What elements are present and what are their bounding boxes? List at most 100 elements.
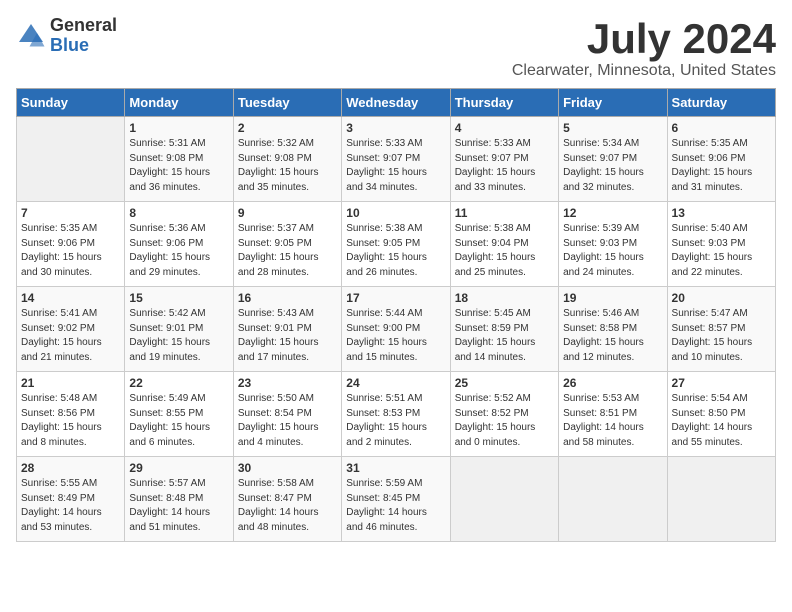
day-info: Sunrise: 5:38 AM Sunset: 9:05 PM Dayligh… [346, 222, 445, 280]
logo-text: General Blue [50, 16, 117, 56]
calendar-table: SundayMondayTuesdayWednesdayThursdayFrid… [16, 88, 776, 542]
day-info: Sunrise: 5:45 AM Sunset: 8:59 PM Dayligh… [455, 307, 554, 365]
calendar-cell: 9 Sunrise: 5:37 AM Sunset: 9:05 PM Daylig… [233, 202, 341, 287]
logo-blue-text: Blue [50, 36, 117, 56]
day-number: 23 [238, 376, 337, 390]
calendar-cell: 25 Sunrise: 5:52 AM Sunset: 8:52 PM Dayli… [450, 372, 558, 457]
day-info: Sunrise: 5:51 AM Sunset: 8:53 PM Dayligh… [346, 392, 445, 450]
day-info: Sunrise: 5:57 AM Sunset: 8:48 PM Dayligh… [129, 477, 228, 535]
calendar-cell: 30 Sunrise: 5:58 AM Sunset: 8:47 PM Dayli… [233, 457, 341, 542]
week-row-5: 28 Sunrise: 5:55 AM Sunset: 8:49 PM Dayli… [17, 457, 776, 542]
day-info: Sunrise: 5:52 AM Sunset: 8:52 PM Dayligh… [455, 392, 554, 450]
day-info: Sunrise: 5:36 AM Sunset: 9:06 PM Dayligh… [129, 222, 228, 280]
calendar-cell: 17 Sunrise: 5:44 AM Sunset: 9:00 PM Dayli… [342, 287, 450, 372]
calendar-cell [667, 457, 775, 542]
calendar-cell: 4Sunrise: 5:33 AM Sunset: 9:07 PM Daylig… [450, 117, 558, 202]
day-info: Sunrise: 5:47 AM Sunset: 8:57 PM Dayligh… [672, 307, 771, 365]
day-number: 2 [238, 121, 337, 135]
calendar-cell: 28 Sunrise: 5:55 AM Sunset: 8:49 PM Dayli… [17, 457, 125, 542]
week-row-1: 1Sunrise: 5:31 AM Sunset: 9:08 PM Daylig… [17, 117, 776, 202]
day-number: 9 [238, 206, 337, 220]
calendar-cell: 11Sunrise: 5:38 AM Sunset: 9:04 PM Dayli… [450, 202, 558, 287]
title-section: July 2024 Clearwater, Minnesota, United … [512, 16, 776, 80]
header-friday: Friday [559, 89, 667, 117]
day-info: Sunrise: 5:44 AM Sunset: 9:00 PM Dayligh… [346, 307, 445, 365]
calendar-cell: 23 Sunrise: 5:50 AM Sunset: 8:54 PM Dayli… [233, 372, 341, 457]
day-info: Sunrise: 5:40 AM Sunset: 9:03 PM Dayligh… [672, 222, 771, 280]
calendar-cell: 22Sunrise: 5:49 AM Sunset: 8:55 PM Dayli… [125, 372, 233, 457]
calendar-cell [17, 117, 125, 202]
day-number: 15 [129, 291, 228, 305]
header-wednesday: Wednesday [342, 89, 450, 117]
day-info: Sunrise: 5:42 AM Sunset: 9:01 PM Dayligh… [129, 307, 228, 365]
day-number: 31 [346, 461, 445, 475]
calendar-cell: 7 Sunrise: 5:35 AM Sunset: 9:06 PM Daylig… [17, 202, 125, 287]
day-info: Sunrise: 5:31 AM Sunset: 9:08 PM Dayligh… [129, 137, 228, 195]
logo: General Blue [16, 16, 117, 56]
day-info: Sunrise: 5:43 AM Sunset: 9:01 PM Dayligh… [238, 307, 337, 365]
header-sunday: Sunday [17, 89, 125, 117]
day-number: 25 [455, 376, 554, 390]
day-info: Sunrise: 5:48 AM Sunset: 8:56 PM Dayligh… [21, 392, 120, 450]
day-number: 19 [563, 291, 662, 305]
day-info: Sunrise: 5:46 AM Sunset: 8:58 PM Dayligh… [563, 307, 662, 365]
day-info: Sunrise: 5:33 AM Sunset: 9:07 PM Dayligh… [455, 137, 554, 195]
header-tuesday: Tuesday [233, 89, 341, 117]
header: General Blue July 2024 Clearwater, Minne… [16, 16, 776, 80]
day-number: 13 [672, 206, 771, 220]
header-saturday: Saturday [667, 89, 775, 117]
header-monday: Monday [125, 89, 233, 117]
day-number: 20 [672, 291, 771, 305]
calendar-cell: 21 Sunrise: 5:48 AM Sunset: 8:56 PM Dayli… [17, 372, 125, 457]
day-info: Sunrise: 5:54 AM Sunset: 8:50 PM Dayligh… [672, 392, 771, 450]
calendar-cell: 20 Sunrise: 5:47 AM Sunset: 8:57 PM Dayli… [667, 287, 775, 372]
day-number: 16 [238, 291, 337, 305]
day-number: 14 [21, 291, 120, 305]
calendar-cell: 2 Sunrise: 5:32 AM Sunset: 9:08 PM Daylig… [233, 117, 341, 202]
day-info: Sunrise: 5:55 AM Sunset: 8:49 PM Dayligh… [21, 477, 120, 535]
day-info: Sunrise: 5:35 AM Sunset: 9:06 PM Dayligh… [21, 222, 120, 280]
day-info: Sunrise: 5:49 AM Sunset: 8:55 PM Dayligh… [129, 392, 228, 450]
week-row-4: 21 Sunrise: 5:48 AM Sunset: 8:56 PM Dayli… [17, 372, 776, 457]
day-number: 21 [21, 376, 120, 390]
day-number: 7 [21, 206, 120, 220]
day-info: Sunrise: 5:59 AM Sunset: 8:45 PM Dayligh… [346, 477, 445, 535]
day-number: 11 [455, 206, 554, 220]
day-info: Sunrise: 5:58 AM Sunset: 8:47 PM Dayligh… [238, 477, 337, 535]
calendar-cell: 8 Sunrise: 5:36 AM Sunset: 9:06 PM Daylig… [125, 202, 233, 287]
day-info: Sunrise: 5:39 AM Sunset: 9:03 PM Dayligh… [563, 222, 662, 280]
page-subtitle: Clearwater, Minnesota, United States [512, 62, 776, 80]
calendar-cell: 16 Sunrise: 5:43 AM Sunset: 9:01 PM Dayli… [233, 287, 341, 372]
day-number: 27 [672, 376, 771, 390]
day-number: 8 [129, 206, 228, 220]
calendar-cell [450, 457, 558, 542]
page-title: July 2024 [512, 16, 776, 62]
day-number: 3 [346, 121, 445, 135]
calendar-cell: 26Sunrise: 5:53 AM Sunset: 8:51 PM Dayli… [559, 372, 667, 457]
day-number: 28 [21, 461, 120, 475]
calendar-cell: 12Sunrise: 5:39 AM Sunset: 9:03 PM Dayli… [559, 202, 667, 287]
day-info: Sunrise: 5:32 AM Sunset: 9:08 PM Dayligh… [238, 137, 337, 195]
header-thursday: Thursday [450, 89, 558, 117]
calendar-cell: 29Sunrise: 5:57 AM Sunset: 8:48 PM Dayli… [125, 457, 233, 542]
day-number: 17 [346, 291, 445, 305]
week-row-2: 7 Sunrise: 5:35 AM Sunset: 9:06 PM Daylig… [17, 202, 776, 287]
calendar-header-row: SundayMondayTuesdayWednesdayThursdayFrid… [17, 89, 776, 117]
logo-general-text: General [50, 16, 117, 36]
calendar-cell: 15 Sunrise: 5:42 AM Sunset: 9:01 PM Dayli… [125, 287, 233, 372]
day-info: Sunrise: 5:50 AM Sunset: 8:54 PM Dayligh… [238, 392, 337, 450]
calendar-cell: 27 Sunrise: 5:54 AM Sunset: 8:50 PM Dayli… [667, 372, 775, 457]
week-row-3: 14Sunrise: 5:41 AM Sunset: 9:02 PM Dayli… [17, 287, 776, 372]
day-number: 24 [346, 376, 445, 390]
calendar-cell: 14Sunrise: 5:41 AM Sunset: 9:02 PM Dayli… [17, 287, 125, 372]
calendar-cell: 1Sunrise: 5:31 AM Sunset: 9:08 PM Daylig… [125, 117, 233, 202]
day-info: Sunrise: 5:37 AM Sunset: 9:05 PM Dayligh… [238, 222, 337, 280]
calendar-cell [559, 457, 667, 542]
calendar-cell: 3Sunrise: 5:33 AM Sunset: 9:07 PM Daylig… [342, 117, 450, 202]
day-number: 30 [238, 461, 337, 475]
calendar-cell: 18Sunrise: 5:45 AM Sunset: 8:59 PM Dayli… [450, 287, 558, 372]
calendar-cell: 24 Sunrise: 5:51 AM Sunset: 8:53 PM Dayli… [342, 372, 450, 457]
day-number: 10 [346, 206, 445, 220]
calendar-cell: 13 Sunrise: 5:40 AM Sunset: 9:03 PM Dayli… [667, 202, 775, 287]
calendar-cell: 19 Sunrise: 5:46 AM Sunset: 8:58 PM Dayli… [559, 287, 667, 372]
